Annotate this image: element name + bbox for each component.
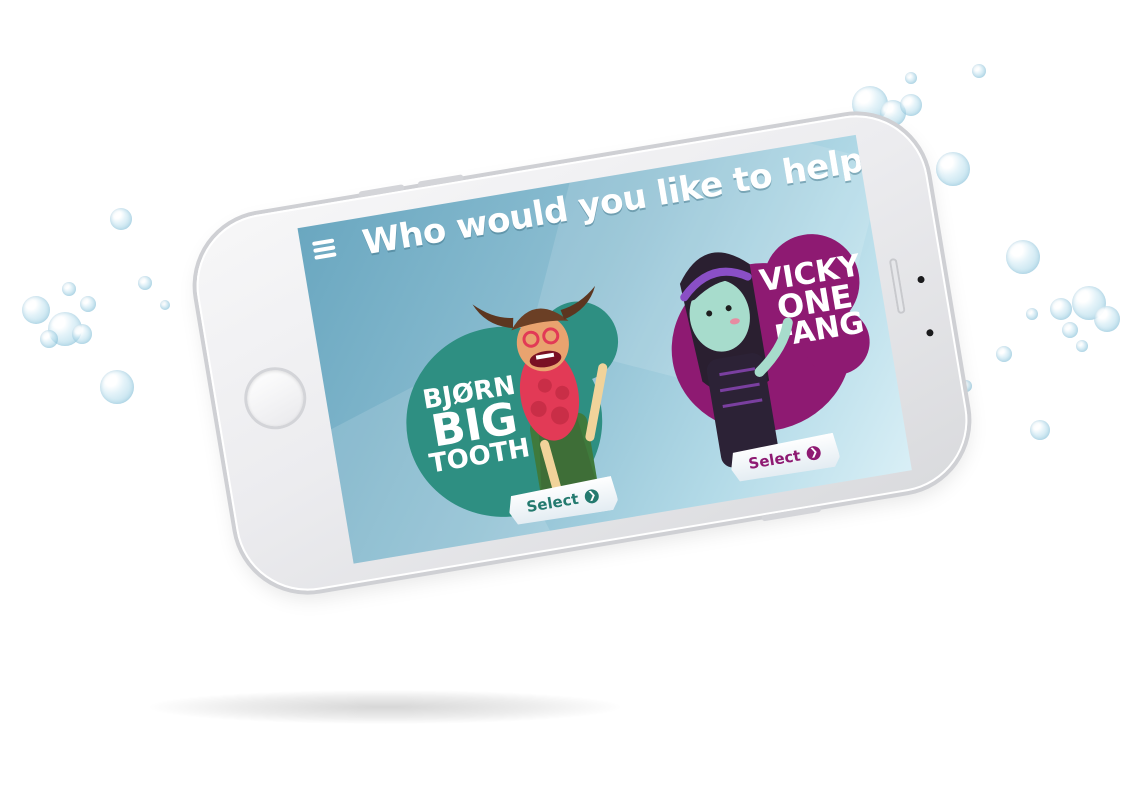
character-card-vicky[interactable]: VICKY ONE FANG Select ❯ xyxy=(646,214,894,495)
phone-device: Who would you like to help? BJØRN BIG TO… xyxy=(185,104,979,602)
select-label: Select xyxy=(747,446,802,473)
character-card-bjorn[interactable]: BJØRN BIG TOOTH Select ❯ xyxy=(377,255,655,553)
hamburger-menu-icon[interactable] xyxy=(311,236,337,261)
proximity-sensor xyxy=(925,328,934,337)
earpiece-speaker xyxy=(888,257,906,315)
chevron-right-circle-icon: ❯ xyxy=(584,488,600,504)
app-screen: Who would you like to help? BJØRN BIG TO… xyxy=(297,134,912,564)
home-button[interactable] xyxy=(243,366,308,431)
select-label: Select xyxy=(525,489,580,517)
chevron-right-circle-icon: ❯ xyxy=(806,445,822,461)
volume-button xyxy=(417,174,464,188)
phone-shadow xyxy=(150,690,620,724)
volume-button xyxy=(358,184,405,198)
front-camera xyxy=(916,275,926,284)
power-button xyxy=(761,505,822,522)
